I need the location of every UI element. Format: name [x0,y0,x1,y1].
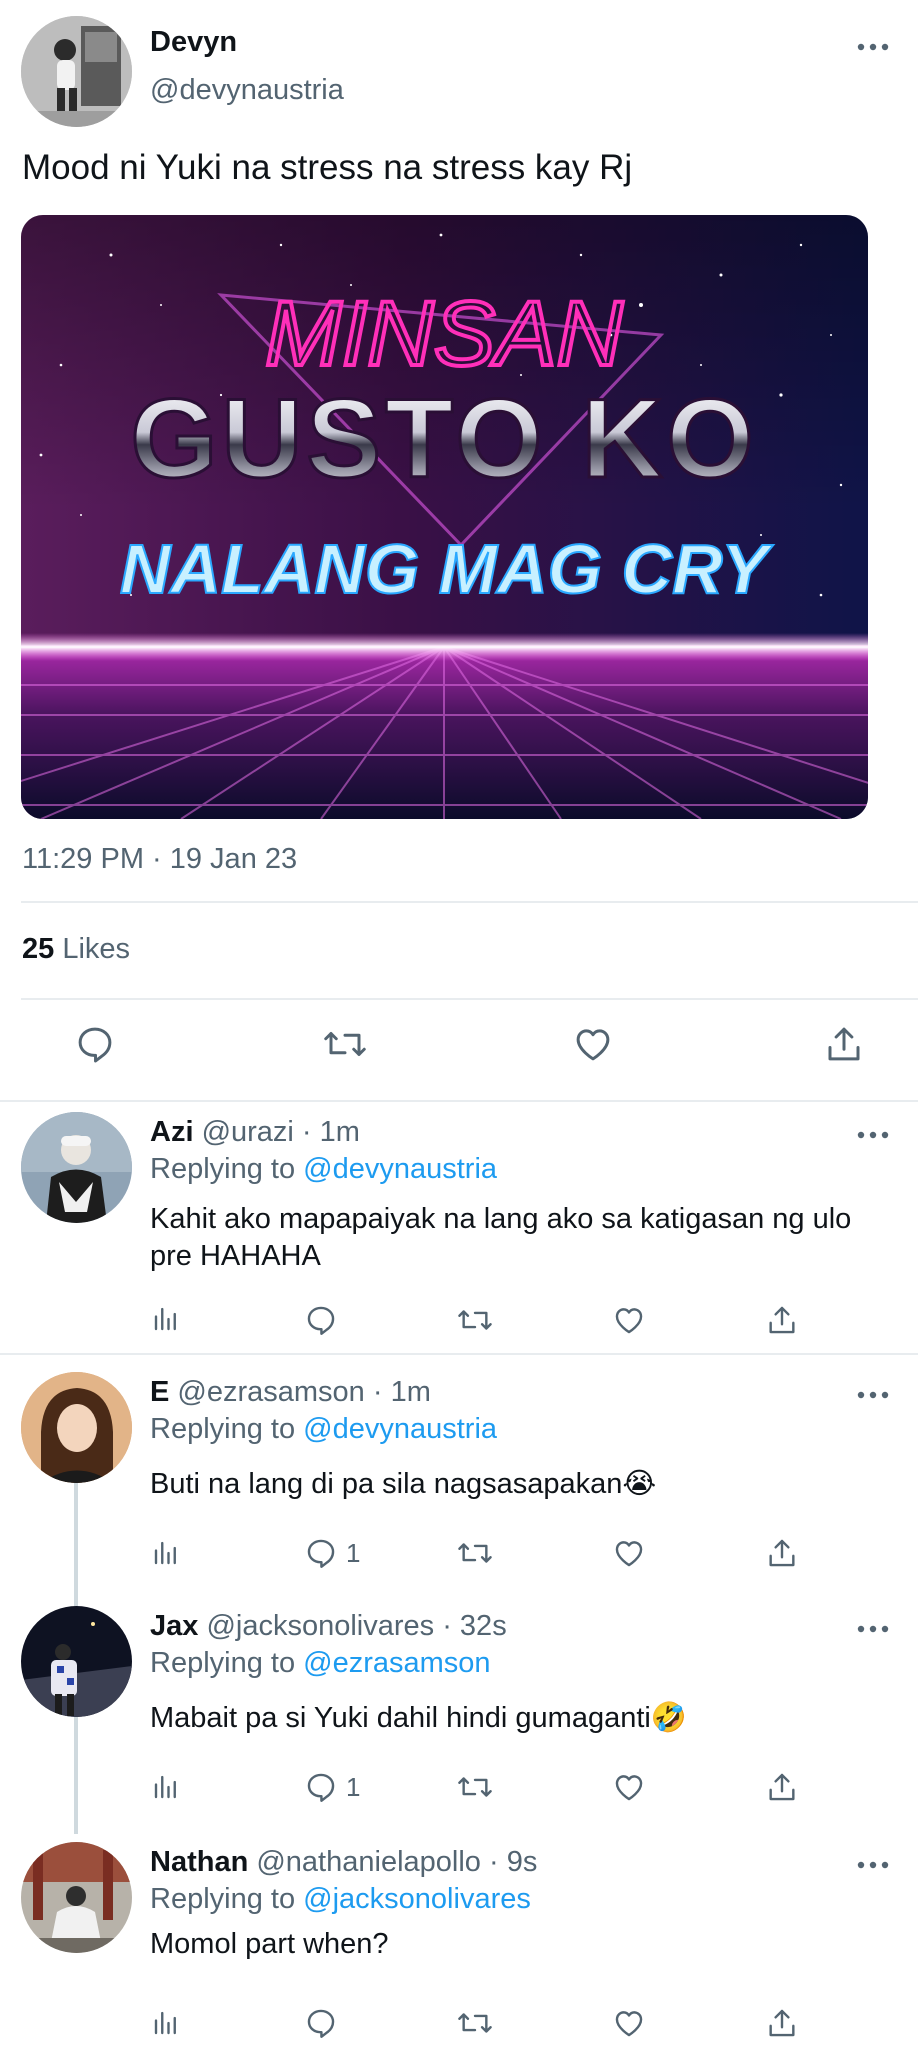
like-icon[interactable] [612,1770,646,1804]
share-icon[interactable] [765,1303,799,1337]
reply-item[interactable]: E @ezrasamson · 1m Replying to @devynaus… [0,1355,918,1587]
reply-icon [304,2006,338,2040]
reply-item[interactable]: Jax @jacksonolivares · 32s Replying to @… [0,1590,918,1822]
retweet-icon[interactable] [456,1303,494,1337]
like-icon[interactable] [612,2006,646,2040]
author-name[interactable]: Devyn [150,26,237,59]
reply-author-handle[interactable]: @jacksonolivares [206,1610,434,1642]
reply-avatar[interactable] [21,1606,132,1717]
reply-button[interactable]: 1 [304,1536,360,1570]
reply-button[interactable] [304,2006,346,2040]
more-options-icon[interactable] [856,1130,890,1140]
reply-text: Buti na lang di pa sila nagsasapakan😭 [150,1468,657,1500]
share-icon[interactable] [765,1536,799,1570]
replying-to: Replying to @ezrasamson [150,1647,491,1680]
tweet-timestamp[interactable]: 11:29 PM · 19 Jan 23 [22,843,297,876]
reply-time: · 1m [301,1116,360,1148]
reply-avatar[interactable] [21,1842,132,1953]
retweet-icon[interactable] [456,2006,494,2040]
reply-header: Azi @urazi · 1m [150,1116,360,1149]
divider [21,998,918,1000]
replying-label: Replying to [150,1647,296,1679]
retweet-icon[interactable] [456,1536,494,1570]
reply-icon [304,1303,338,1337]
views-icon[interactable] [151,2008,181,2038]
more-options-icon[interactable] [856,1624,890,1634]
reply-author-name[interactable]: E [150,1376,169,1408]
reply-text: Mabait pa si Yuki dahil hindi gumaganti🤣 [150,1702,687,1734]
reply-count: 1 [346,1771,361,1802]
share-icon[interactable] [765,1770,799,1804]
reply-header: E @ezrasamson · 1m [150,1376,431,1409]
more-options-icon[interactable] [856,1860,890,1870]
reply-author-handle[interactable]: @nathanielapollo [256,1846,481,1878]
reply-icon [304,1770,338,1804]
reply-button[interactable]: 1 [304,1770,360,1804]
share-icon[interactable] [823,1023,865,1065]
replying-to-link[interactable]: @devynaustria [303,1153,497,1185]
replying-label: Replying to [150,1413,296,1445]
replying-label: Replying to [150,1153,296,1185]
replying-to-link[interactable]: @ezrasamson [303,1647,490,1679]
replying-to: Replying to @devynaustria [150,1153,497,1186]
reply-icon [304,1536,338,1570]
reply-item[interactable]: Nathan @nathanielapollo · 9s Replying to… [0,1825,918,2048]
likes-label: Likes [62,933,131,965]
reply-text: Momol part when? [150,1928,389,1960]
replying-label: Replying to [150,1883,296,1915]
reply-count: 1 [346,1537,361,1568]
tweet-text: Mood ni Yuki na stress na stress kay Rj [22,148,633,187]
reply-author-handle[interactable]: @urazi [202,1116,294,1148]
main-tweet: Devyn @devynaustria Mood ni Yuki na stre… [0,0,918,1100]
views-icon[interactable] [151,1772,181,1802]
share-icon[interactable] [765,2006,799,2040]
replying-to-link[interactable]: @devynaustria [303,1413,497,1445]
reply-time: · 32s [442,1610,507,1642]
image-text-line1: MINSAN [265,283,623,385]
replying-to-link[interactable]: @jacksonolivares [303,1883,531,1915]
replying-to: Replying to @devynaustria [150,1413,497,1446]
author-handle[interactable]: @devynaustria [150,74,344,107]
reply-author-name[interactable]: Azi [150,1116,194,1148]
views-icon[interactable] [151,1304,181,1334]
more-options-icon[interactable] [856,1390,890,1400]
reply-avatar[interactable] [21,1112,132,1223]
reply-button[interactable] [304,1303,346,1337]
reply-avatar[interactable] [21,1372,132,1483]
reply-text: Kahit ako mapapaiyak na lang ako sa kati… [150,1203,852,1272]
more-options-icon[interactable] [856,42,890,52]
like-icon[interactable] [612,1303,646,1337]
reply-author-handle[interactable]: @ezrasamson [177,1376,364,1408]
retweet-icon[interactable] [322,1023,368,1065]
reply-header: Jax @jacksonolivares · 32s [150,1610,507,1643]
like-icon[interactable] [612,1536,646,1570]
reply-time: · 1m [372,1376,431,1408]
image-text-line3: NALANG MAG CRY [120,530,773,608]
author-avatar[interactable] [21,16,132,127]
like-icon[interactable] [572,1023,614,1065]
reply-author-name[interactable]: Jax [150,1610,198,1642]
image-text-line2: GUSTO KO [130,376,757,501]
retweet-icon[interactable] [456,1770,494,1804]
tweet-image[interactable]: MINSAN GUSTO KO NALANG MAG CRY [21,215,868,819]
reply-item[interactable]: Azi @urazi · 1m Replying to @devynaustri… [0,1102,918,1352]
reply-time: · 9s [488,1846,538,1878]
reply-header: Nathan @nathanielapollo · 9s [150,1846,537,1879]
likes-summary[interactable]: 25 Likes [22,933,130,966]
views-icon[interactable] [151,1538,181,1568]
replying-to: Replying to @jacksonolivares [150,1883,531,1916]
reply-icon[interactable] [74,1023,116,1065]
reply-author-name[interactable]: Nathan [150,1846,248,1878]
divider [21,901,918,903]
likes-count: 25 [22,933,55,965]
